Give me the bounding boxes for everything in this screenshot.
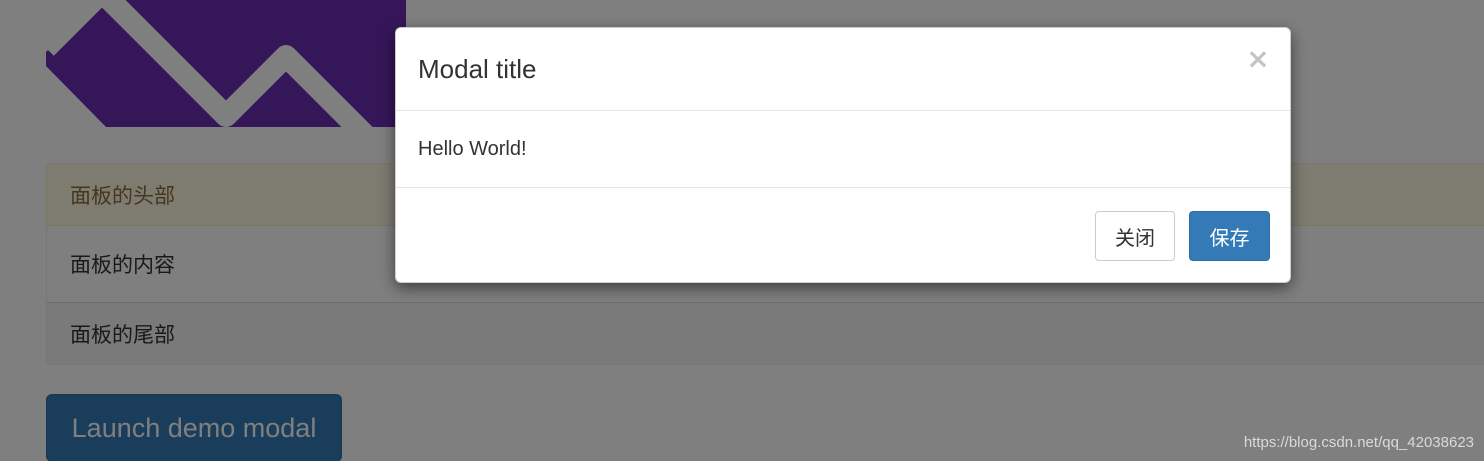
modal-title: Modal title (418, 53, 537, 84)
watermark: https://blog.csdn.net/qq_42038623 (1243, 434, 1474, 451)
modal-dialog: Modal title × Hello World! 关闭 保存 (395, 27, 1291, 283)
modal-body: Hello World! (396, 111, 1290, 188)
modal-footer: 关闭 保存 (396, 188, 1290, 282)
modal-header: Modal title × (396, 28, 1290, 111)
close-icon[interactable]: × (1246, 42, 1270, 75)
page: 面板的头部 面板的内容 面板的尾部 Launch demo modal Moda… (0, 0, 1484, 461)
close-button[interactable]: 关闭 (1095, 211, 1175, 261)
save-button[interactable]: 保存 (1189, 211, 1270, 261)
